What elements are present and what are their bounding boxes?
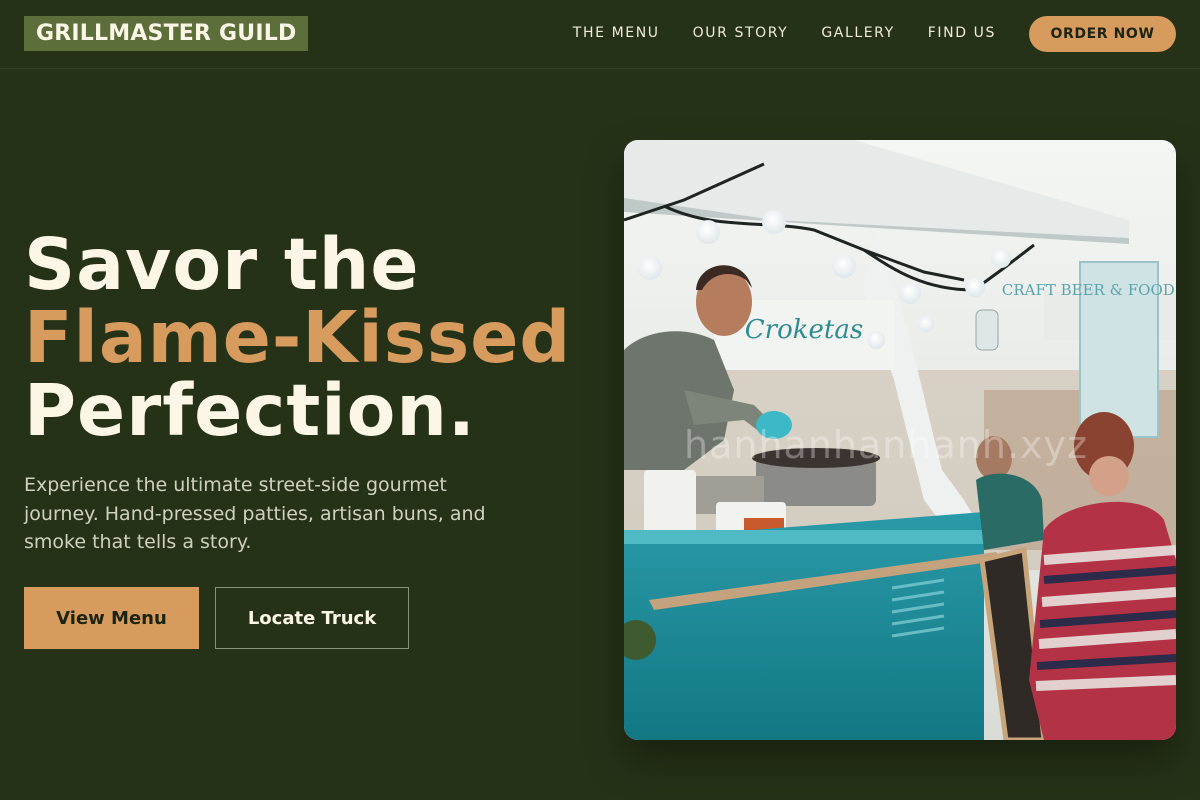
truck-sign: Croketas	[745, 315, 863, 345]
food-truck-photo: CRAFT BEER & FOOD TRUCK Croketas	[624, 140, 1176, 740]
nav-link-gallery[interactable]: GALLERY	[821, 24, 894, 42]
hero-description: Experience the ultimate street-side gour…	[24, 474, 486, 553]
locate-truck-button[interactable]: Locate Truck	[215, 587, 409, 649]
image-watermark: hanhanhanhanh.xyz	[684, 423, 1088, 467]
craft-beer-banner: CRAFT BEER & FOOD TRUCK	[1002, 281, 1176, 299]
hero-title-line-1: Savor the	[24, 223, 420, 306]
hero-title-accent: Flame-Kissed	[24, 296, 572, 379]
nav-links: THE MENU OUR STORY GALLERY FIND US	[573, 24, 996, 42]
svg-text:CRAFT BEER & FOOD TRUCK: CRAFT BEER & FOOD TRUCK	[1002, 281, 1176, 299]
hero-title-line-3: Perfection.	[24, 369, 476, 452]
order-now-button[interactable]: ORDER NOW	[1029, 16, 1176, 52]
top-nav: GRILLMASTER GUILD THE MENU OUR STORY GAL…	[0, 0, 1200, 69]
nav-link-find-us[interactable]: FIND US	[928, 24, 996, 42]
view-menu-button[interactable]: View Menu	[24, 587, 199, 649]
nav-link-menu[interactable]: THE MENU	[573, 24, 660, 42]
nav-link-our-story[interactable]: OUR STORY	[693, 24, 789, 42]
hero-title: Savor the Flame-Kissed Perfection.	[24, 228, 571, 447]
brand-logo[interactable]: GRILLMASTER GUILD	[24, 16, 309, 51]
